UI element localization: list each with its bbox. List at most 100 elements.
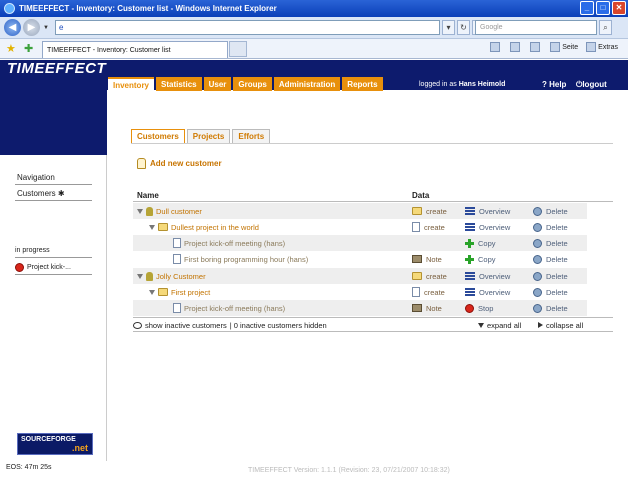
search-button[interactable]: ⌕ <box>599 20 612 35</box>
home-button[interactable] <box>490 42 502 52</box>
close-button[interactable]: ✕ <box>612 1 626 15</box>
back-button[interactable]: ◀ <box>4 19 21 36</box>
add-customer-icon <box>137 158 146 169</box>
row-name[interactable]: Jolly Customer <box>137 271 206 281</box>
collapse-icon[interactable] <box>149 289 155 295</box>
note-label: Note <box>426 303 442 313</box>
sidebar-item-customers[interactable]: Customers ✱ <box>17 189 65 198</box>
delete-button[interactable]: Delete <box>533 238 568 248</box>
overview-button[interactable]: Overview <box>465 288 510 297</box>
row-name[interactable]: Project kick-off meeting (hans) <box>173 303 285 313</box>
row-name-label: Dull customer <box>156 206 202 216</box>
delete-button[interactable]: Delete <box>533 271 568 281</box>
tab-customers[interactable]: Customers <box>131 129 185 143</box>
sidebar-divider <box>15 274 92 275</box>
print-button[interactable] <box>530 42 542 52</box>
create-project-button[interactable]: create <box>412 272 447 281</box>
copy-label: Copy <box>478 254 496 264</box>
feeds-button[interactable] <box>510 42 522 52</box>
menu-user[interactable]: User <box>203 77 232 91</box>
delete-icon <box>533 222 542 232</box>
stop-button[interactable]: Stop <box>465 303 493 313</box>
delete-button[interactable]: Delete <box>533 222 568 232</box>
history-dropdown-icon[interactable]: ▼ <box>43 25 49 31</box>
logout-link[interactable]: ⏻logout <box>576 80 607 90</box>
overview-button[interactable]: Overview <box>465 272 510 281</box>
menu-statistics[interactable]: Statistics <box>156 77 202 91</box>
address-dropdown-icon[interactable]: ▾ <box>442 20 455 35</box>
sidebar-in-progress-label: Project kick-... <box>27 264 71 271</box>
tab-projects[interactable]: Projects <box>186 129 231 143</box>
copy-button[interactable]: Copy <box>465 254 496 264</box>
copy-button[interactable]: Copy <box>465 238 496 248</box>
row-name-label: Jolly Customer <box>156 271 206 281</box>
delete-label: Delete <box>546 303 568 313</box>
help-link[interactable]: ? Help <box>542 80 566 89</box>
extras-menu[interactable]: Extras <box>586 42 618 52</box>
collapse-all-link[interactable]: collapse all <box>538 321 583 330</box>
gear-icon <box>586 42 597 52</box>
sidebar-item-in-progress[interactable]: Project kick-... <box>15 263 71 272</box>
maximize-button[interactable]: □ <box>596 1 610 15</box>
session-timer: EOS: 47m 25s <box>6 464 52 471</box>
show-inactive-link[interactable]: show inactive customers <box>133 321 227 330</box>
table-row: Dull customer create Overview Delete <box>133 203 587 219</box>
minimize-button[interactable]: _ <box>580 1 594 15</box>
delete-label: Delete <box>546 238 568 248</box>
menu-inventory[interactable]: Inventory <box>108 77 155 91</box>
sourceforge-logo[interactable]: SOURCEFORGE .net <box>17 433 93 455</box>
version-info: TIMEEFFECT Version: 1.1.1 (Revision: 23,… <box>248 467 450 474</box>
note-button[interactable]: Note <box>412 255 442 264</box>
effort-icon <box>173 303 181 313</box>
add-favorite-icon[interactable]: ✚ <box>24 43 36 55</box>
collapse-icon[interactable] <box>149 224 155 230</box>
create-project-button[interactable]: create <box>412 207 447 216</box>
url-input[interactable]: e <box>55 20 440 35</box>
menu-reports[interactable]: Reports <box>342 77 383 91</box>
search-icon[interactable]: ⌕ <box>599 20 612 35</box>
note-button[interactable]: Note <box>412 304 442 313</box>
refresh-icon[interactable]: ↻ <box>457 20 470 35</box>
table-row: First project create Overview Delete <box>133 284 587 300</box>
row-name[interactable]: First project <box>149 288 210 297</box>
delete-button[interactable]: Delete <box>533 303 568 313</box>
delete-icon <box>533 238 542 248</box>
menu-administration[interactable]: Administration <box>273 77 341 91</box>
tab-efforts[interactable]: Efforts <box>232 129 271 143</box>
search-input[interactable]: Google <box>475 20 597 35</box>
effort-icon <box>173 238 181 248</box>
browser-tab[interactable]: TIMEEFFECT - Inventory: Customer list <box>42 41 228 58</box>
row-name[interactable]: Dullest project in the world <box>149 223 259 232</box>
create-effort-button[interactable]: create <box>412 222 445 232</box>
forward-button[interactable]: ▶ <box>23 19 40 36</box>
delete-button[interactable]: Delete <box>533 287 568 297</box>
show-inactive-label: show inactive customers <box>145 320 227 330</box>
page-menu[interactable]: Seite <box>550 42 578 52</box>
add-customer-link[interactable]: Add new customer <box>137 158 222 169</box>
table-row: Dullest project in the world create Over… <box>133 219 587 235</box>
expand-all-link[interactable]: expand all <box>478 321 521 330</box>
row-name[interactable]: Project kick-off meeting (hans) <box>173 238 285 248</box>
favorites-star-icon[interactable]: ★ <box>6 43 18 55</box>
new-tab-button[interactable] <box>229 41 247 57</box>
help-label: Help <box>549 80 567 89</box>
delete-button[interactable]: Delete <box>533 206 568 216</box>
overview-button[interactable]: Overview <box>465 207 510 216</box>
folder-icon <box>412 272 422 280</box>
sourceforge-logo-text: SOURCEFORGE <box>21 436 76 443</box>
create-project-label: create <box>426 206 447 216</box>
row-name-label: First boring programming hour (hans) <box>184 254 309 264</box>
main-menu: Inventory Statistics User Groups Adminis… <box>108 77 383 91</box>
row-name[interactable]: Dull customer <box>137 206 202 216</box>
collapse-icon[interactable] <box>137 208 143 214</box>
menu-groups[interactable]: Groups <box>233 77 272 91</box>
overview-button[interactable]: Overview <box>465 223 510 232</box>
expand-all-label: expand all <box>487 320 522 330</box>
sourceforge-logo-suffix: .net <box>71 443 88 453</box>
command-bar: ★ ✚ TIMEEFFECT - Inventory: Customer lis… <box>0 39 628 59</box>
collapse-icon[interactable] <box>137 273 143 279</box>
create-effort-button[interactable]: create <box>412 287 445 297</box>
delete-button[interactable]: Delete <box>533 254 568 264</box>
delete-icon <box>533 271 542 281</box>
row-name[interactable]: First boring programming hour (hans) <box>173 254 308 264</box>
